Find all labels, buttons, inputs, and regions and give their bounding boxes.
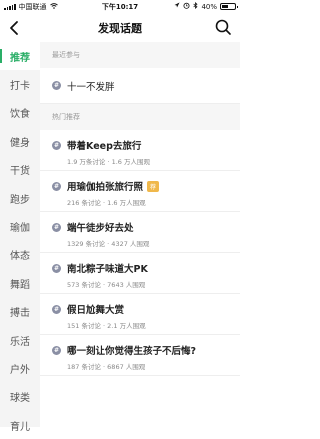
- topic-meta: 216 条讨论 · 1.6 万人围观: [67, 199, 146, 207]
- search-icon: [215, 19, 231, 35]
- sidebar-item-label: 育儿: [10, 421, 30, 433]
- sidebar-item-label: 跑步: [10, 194, 30, 206]
- topic-name: 十一不发胖: [67, 81, 115, 93]
- page-title: 发现话题: [98, 22, 142, 35]
- sidebar-item-parenting[interactable]: 育儿: [0, 411, 40, 439]
- sidebar-item-fitness[interactable]: 健身: [0, 127, 40, 155]
- sidebar-item-checkin[interactable]: 打卡: [0, 70, 40, 98]
- hot-topic-item[interactable]: # 用瑜伽拍张旅行照荐 216 条讨论 · 1.6 万人围观: [40, 171, 240, 212]
- sidebar-item-lifestyle[interactable]: 乐活: [0, 326, 40, 354]
- topic-name: 假日尬舞大赏: [67, 305, 125, 316]
- hot-topic-item[interactable]: # 假日尬舞大赏 151 条讨论 · 2.1 万人围观: [40, 294, 240, 335]
- sidebar-item-label: 体态: [10, 251, 30, 263]
- hot-topic-item[interactable]: # 哪一刻让你觉得生孩子不后悔? 187 条讨论 · 6867 人围观: [40, 335, 240, 376]
- hashtag-icon: #: [52, 81, 61, 90]
- sidebar-item-label: 球类: [10, 393, 30, 405]
- hot-topic-item[interactable]: # 带着Keep去旅行 1.9 万条讨论 · 1.6 万人围观: [40, 130, 240, 171]
- sidebar-item-ball-games[interactable]: 球类: [0, 383, 40, 411]
- hot-topic-item[interactable]: # 南北粽子味道大PK 573 条讨论 · 7643 人围观: [40, 253, 240, 294]
- battery-icon: [220, 3, 238, 10]
- hot-section-label: 热门推荐: [40, 104, 240, 130]
- sidebar-item-posture[interactable]: 体态: [0, 241, 40, 269]
- recent-section-label: 最近参与: [40, 42, 240, 68]
- nav-bar: 发现话题: [0, 14, 240, 42]
- hot-topic-item[interactable]: # 端午徒步好去处 1329 条讨论 · 4327 人围观: [40, 212, 240, 253]
- topic-list: 最近参与 # 十一不发胖 热门推荐 # 带着Keep去旅行 1.9 万条讨论 · …: [40, 42, 240, 427]
- status-bar: 中国联通 下午10:17 40%: [0, 0, 240, 14]
- topic-name: 哪一刻让你觉得生孩子不后悔?: [67, 346, 197, 357]
- topic-meta: 1329 条讨论 · 4327 人围观: [67, 240, 150, 248]
- sidebar-item-label: 户外: [10, 364, 30, 376]
- topic-meta: 573 条讨论 · 7643 人围观: [67, 281, 146, 289]
- topic-name: 用瑜伽拍张旅行照: [67, 182, 144, 193]
- sidebar-item-diet[interactable]: 饮食: [0, 99, 40, 127]
- sidebar-item-running[interactable]: 跑步: [0, 184, 40, 212]
- topic-name: 带着Keep去旅行: [67, 141, 142, 152]
- sidebar-item-label: 饮食: [10, 109, 30, 121]
- bluetooth-icon: [193, 2, 198, 11]
- sidebar-item-label: 推荐: [10, 52, 30, 64]
- hashtag-icon: #: [52, 181, 61, 191]
- hashtag-icon: #: [52, 222, 61, 232]
- topic-meta: 187 条讨论 · 6867 人围观: [67, 363, 146, 371]
- sidebar-item-label: 搏击: [10, 308, 30, 320]
- sidebar-item-tips[interactable]: 干货: [0, 156, 40, 184]
- topic-name: 端午徒步好去处: [67, 223, 134, 234]
- hashtag-icon: #: [52, 304, 61, 314]
- recent-topic-item[interactable]: # 十一不发胖: [40, 68, 240, 104]
- hashtag-icon: #: [52, 345, 61, 355]
- sidebar-item-outdoor[interactable]: 户外: [0, 354, 40, 382]
- hashtag-icon: #: [52, 263, 61, 273]
- topic-meta: 151 条讨论 · 2.1 万人围观: [67, 322, 146, 330]
- sidebar-item-label: 瑜伽: [10, 223, 30, 235]
- status-right: 40%: [174, 2, 238, 11]
- sidebar-item-yoga[interactable]: 瑜伽: [0, 212, 40, 240]
- topic-name: 南北粽子味道大PK: [67, 264, 148, 275]
- topic-meta: 1.9 万条讨论 · 1.6 万人围观: [67, 158, 151, 166]
- sidebar-item-combat[interactable]: 搏击: [0, 298, 40, 326]
- sidebar-item-label: 打卡: [10, 81, 30, 93]
- sidebar-item-recommend[interactable]: 推荐: [0, 42, 40, 71]
- sidebar-item-label: 舞蹈: [10, 279, 30, 291]
- search-button[interactable]: [214, 18, 232, 36]
- sidebar-item-label: 乐活: [10, 336, 30, 348]
- location-icon: [174, 2, 180, 11]
- battery-percent: 40%: [201, 2, 217, 11]
- sidebar-item-dance[interactable]: 舞蹈: [0, 269, 40, 297]
- recommended-badge: 荐: [147, 180, 160, 192]
- sidebar-item-label: 健身: [10, 137, 30, 149]
- category-sidebar: 推荐 打卡 饮食 健身 干货 跑步 瑜伽 体态 舞蹈 搏击 乐活 户外 球类 育…: [0, 42, 40, 433]
- sidebar-item-label: 干货: [10, 166, 30, 178]
- alarm-icon: [183, 2, 190, 11]
- hashtag-icon: #: [52, 140, 61, 150]
